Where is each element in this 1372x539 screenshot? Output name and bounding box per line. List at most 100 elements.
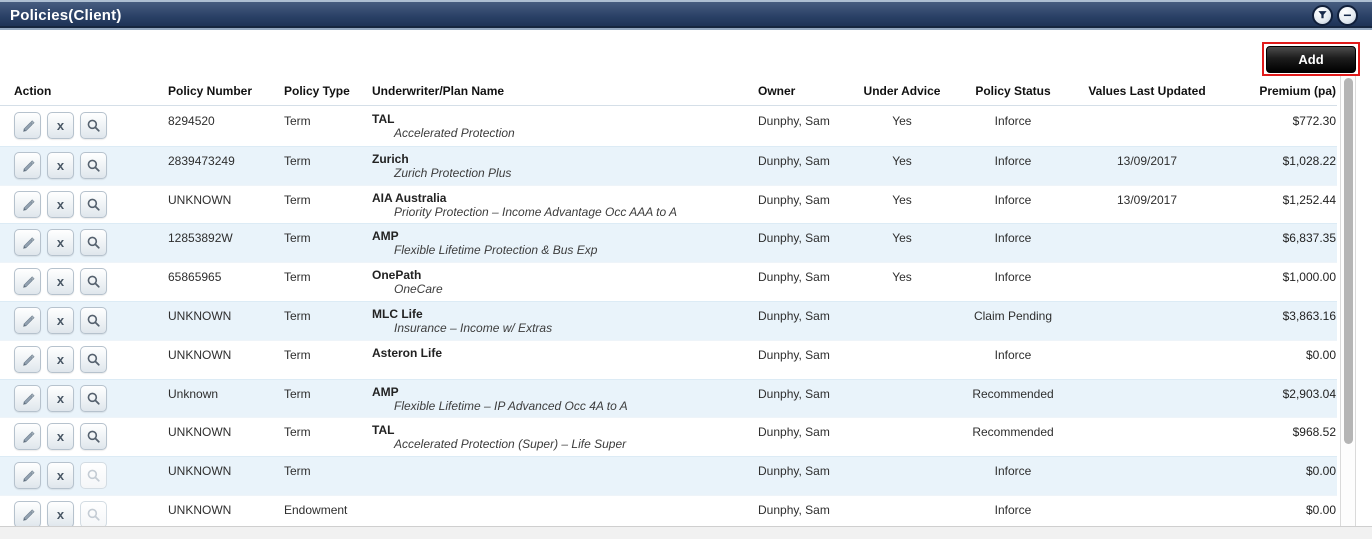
edit-pencil-icon (20, 391, 35, 406)
under-advice-cell: Yes (892, 270, 912, 285)
underwriter-cell: Zurich Zurich Protection Plus (364, 147, 750, 185)
view-policy-button[interactable] (80, 112, 107, 139)
edit-policy-button[interactable] (14, 112, 41, 139)
edit-policy-button[interactable] (14, 151, 41, 179)
view-policy-button[interactable] (80, 229, 107, 257)
table-header-row: Action Policy Number Policy Type Underwr… (0, 84, 1337, 106)
edit-pencil-icon (20, 118, 35, 133)
policy-type-cell: Term (284, 464, 311, 479)
table-body: x 8294520 Term TAL Accelerated Protectio… (0, 107, 1337, 526)
filter-button[interactable] (1312, 5, 1333, 26)
delete-policy-button[interactable]: x (47, 423, 74, 451)
delete-policy-button[interactable]: x (47, 306, 74, 334)
edit-policy-button[interactable] (14, 423, 41, 451)
view-policy-button[interactable] (80, 384, 107, 412)
premium-cell: $6,837.35 (1282, 231, 1336, 246)
edit-policy-button[interactable] (14, 462, 41, 490)
vertical-scrollbar[interactable] (1340, 76, 1356, 526)
edit-policy-button[interactable] (14, 345, 41, 373)
row-actions: x (0, 380, 160, 418)
underwriter-name: AMP (372, 384, 399, 399)
policy-type-cell: Term (284, 386, 311, 401)
row-actions: x (0, 496, 160, 526)
delete-policy-button[interactable]: x (47, 190, 74, 218)
delete-policy-button[interactable]: x (47, 384, 74, 412)
edit-policy-button[interactable] (14, 190, 41, 218)
underwriter-cell (364, 496, 750, 526)
edit-pencil-icon (20, 197, 35, 212)
col-header-owner: Owner (758, 84, 796, 98)
view-policy-button[interactable] (80, 268, 107, 296)
underwriter-name: TAL (372, 112, 395, 126)
delete-policy-button[interactable]: x (47, 229, 74, 257)
policy-status-cell: Inforce (994, 464, 1032, 479)
col-header-values-last-updated: Values Last Updated (1088, 84, 1206, 98)
edit-policy-button[interactable] (14, 384, 41, 412)
table-row: x UNKNOWN Endowment Dunphy, Sam Inforce … (0, 494, 1337, 526)
owner-cell: Dunphy, Sam (758, 153, 830, 168)
under-advice-cell (860, 302, 944, 340)
owner-cell: Dunphy, Sam (758, 502, 830, 517)
edit-policy-button[interactable] (14, 306, 41, 334)
policy-number-cell: 2839473249 (168, 153, 235, 168)
under-advice-cell: Yes (892, 192, 912, 207)
delete-policy-button[interactable]: x (47, 151, 74, 179)
delete-policy-button[interactable]: x (47, 462, 74, 490)
underwriter-cell: OnePath OneCare (364, 263, 750, 301)
premium-cell: $0.00 (1305, 464, 1336, 479)
underwriter-name: AIA Australia (372, 190, 447, 205)
edit-policy-button[interactable] (14, 268, 41, 296)
scrollbar-thumb[interactable] (1343, 78, 1353, 444)
policy-status-cell: Recommended (972, 386, 1054, 401)
collapse-button[interactable]: − (1337, 5, 1358, 26)
policy-status-cell: Claim Pending (973, 308, 1053, 323)
minus-icon: − (1343, 7, 1352, 23)
policy-type-cell: Term (284, 114, 311, 128)
premium-cell: $1,252.44 (1282, 192, 1336, 207)
values-last-updated-cell (1082, 496, 1212, 526)
premium-cell: $2,903.04 (1282, 386, 1336, 401)
edit-policy-button[interactable] (14, 500, 41, 526)
edit-pencil-icon (20, 429, 35, 444)
table-row: x UNKNOWN Term AIA Australia Priority Pr… (0, 184, 1337, 224)
underwriter-cell: TAL Accelerated Protection (364, 107, 750, 146)
policy-type-cell: Term (284, 231, 311, 246)
col-header-policy-type: Policy Type (284, 84, 350, 98)
underwriter-cell (364, 457, 750, 495)
premium-cell: $772.30 (1292, 114, 1336, 128)
col-header-underwriter: Underwriter/Plan Name (372, 84, 505, 98)
policy-type-cell: Term (284, 270, 311, 285)
values-last-updated-cell: 13/09/2017 (1116, 192, 1178, 207)
view-policy-button[interactable] (80, 151, 107, 179)
delete-policy-button[interactable]: x (47, 112, 74, 139)
edit-policy-button[interactable] (14, 229, 41, 257)
edit-pencil-icon (20, 507, 35, 522)
policy-number-cell: UNKNOWN (168, 308, 232, 323)
table-row: x UNKNOWN Term Asteron Life Dunphy, Sam … (0, 339, 1337, 379)
policy-type-cell: Term (284, 347, 311, 362)
delete-policy-button[interactable]: x (47, 345, 74, 373)
policy-status-cell: Inforce (994, 270, 1032, 285)
plan-name: Accelerated Protection (394, 126, 515, 140)
delete-policy-button[interactable]: x (47, 268, 74, 296)
under-advice-cell (860, 341, 944, 379)
row-actions: x (0, 302, 160, 340)
under-advice-cell: Yes (892, 231, 912, 246)
table-row: x Unknown Term AMP Flexible Lifetime – I… (0, 378, 1337, 418)
view-policy-button[interactable] (80, 345, 107, 373)
delete-policy-button[interactable]: x (47, 500, 74, 526)
table-row: x UNKNOWN Term MLC Life Insurance – Inco… (0, 300, 1337, 340)
search-magnifier-icon (86, 468, 101, 483)
policy-type-cell: Endowment (284, 502, 348, 517)
policy-type-cell: Term (284, 425, 311, 440)
view-policy-button[interactable] (80, 190, 107, 218)
owner-cell: Dunphy, Sam (758, 347, 830, 362)
owner-cell: Dunphy, Sam (758, 425, 830, 440)
view-policy-button[interactable] (80, 423, 107, 451)
policy-number-cell: UNKNOWN (168, 502, 232, 517)
owner-cell: Dunphy, Sam (758, 114, 830, 128)
row-actions: x (0, 147, 160, 185)
view-policy-button[interactable] (80, 306, 107, 334)
add-button[interactable]: Add (1266, 45, 1356, 73)
values-last-updated-cell (1082, 302, 1212, 340)
